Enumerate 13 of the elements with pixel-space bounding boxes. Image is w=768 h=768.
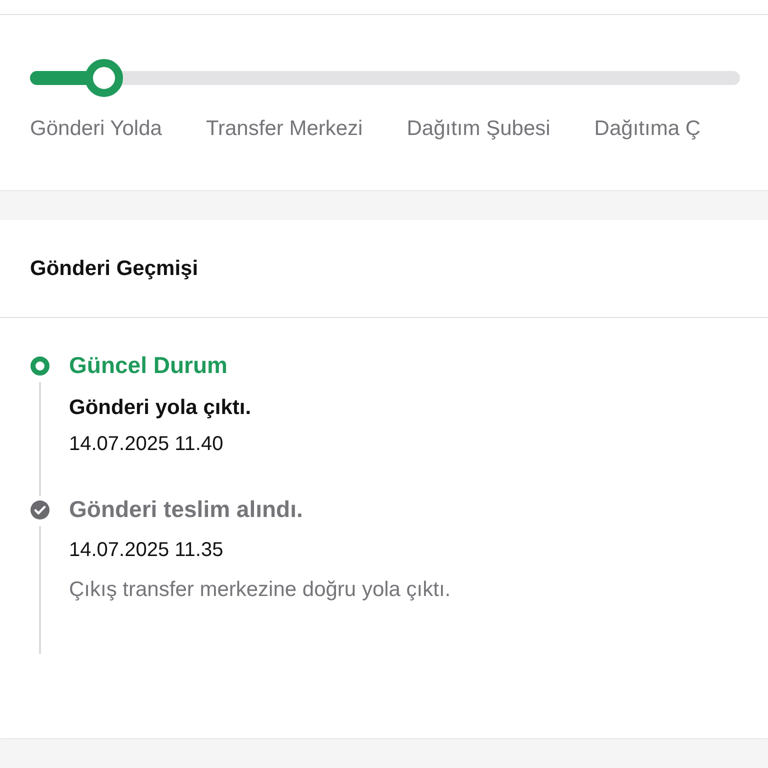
event-date: 14.07.2025 11.40 — [69, 433, 224, 456]
step-label: Dağıtıma Ç — [594, 117, 700, 141]
step-label: Gönderi Yolda — [30, 117, 162, 141]
section-title: Gönderi Geçmişi — [30, 256, 198, 280]
current-status-icon — [30, 356, 50, 376]
event-status: Güncel Durum — [69, 352, 228, 380]
step-label: Transfer Merkezi — [206, 117, 363, 141]
event-description: Gönderi yola çıktı. — [69, 396, 252, 420]
check-circle-icon — [30, 500, 50, 520]
step-label: Dağıtım Şubesi — [406, 117, 550, 141]
event-date: 14.07.2025 11.35 — [69, 539, 224, 562]
event-status: Gönderi teslim alındı. — [69, 496, 304, 524]
event-note: Çıkış transfer merkezine doğru yola çıktı. — [69, 578, 451, 602]
